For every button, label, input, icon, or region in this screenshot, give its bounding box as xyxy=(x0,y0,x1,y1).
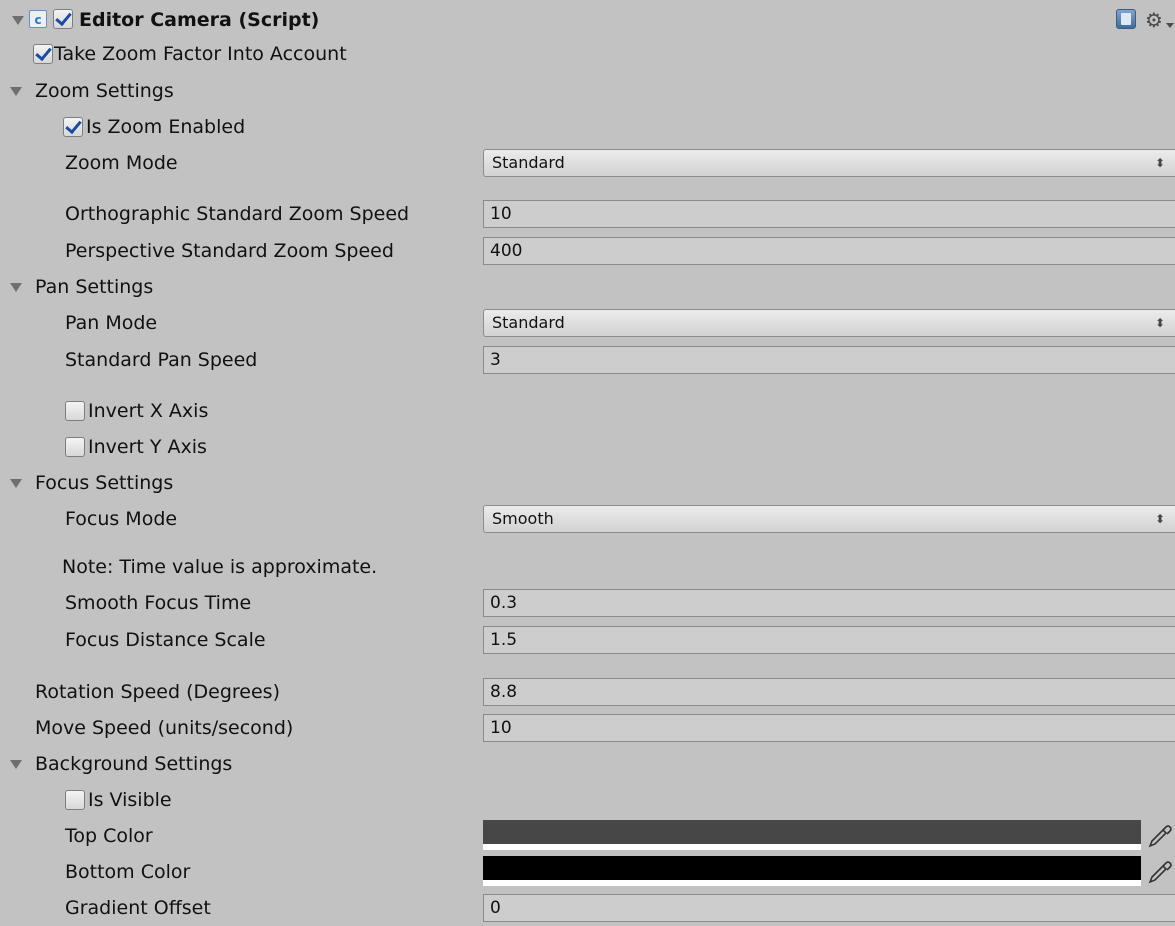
invert-x-checkbox[interactable] xyxy=(65,401,85,421)
is-visible-row: Is Visible xyxy=(0,782,1175,818)
zoom-settings-header: Zoom Settings xyxy=(35,80,174,102)
foldout-arrow-icon[interactable] xyxy=(10,760,22,769)
focus-distance-scale-row: Focus Distance Scale 1.5 xyxy=(0,622,1175,658)
top-color-field[interactable] xyxy=(483,820,1141,852)
dropdown-arrow-icon[interactable] xyxy=(1166,23,1174,28)
ortho-zoom-speed-label: Orthographic Standard Zoom Speed xyxy=(65,203,410,225)
bottom-color-label: Bottom Color xyxy=(65,861,191,883)
invert-y-checkbox[interactable] xyxy=(65,437,85,457)
persp-zoom-speed-field[interactable]: 400 xyxy=(483,237,1175,265)
pan-settings-header: Pan Settings xyxy=(35,276,154,298)
zoom-mode-label: Zoom Mode xyxy=(65,152,178,174)
top-color-swatch xyxy=(483,820,1141,844)
gradient-offset-field[interactable]: 0 xyxy=(483,894,1175,922)
is-visible-checkbox[interactable] xyxy=(65,790,85,810)
dropdown-arrows-icon: ⬍ xyxy=(1154,512,1165,526)
dropdown-arrows-icon: ⬍ xyxy=(1154,316,1165,330)
bottom-color-row: Bottom Color xyxy=(0,854,1175,890)
focus-settings-header: Focus Settings xyxy=(35,472,174,494)
component-title: Editor Camera (Script) xyxy=(79,9,320,31)
focus-settings-foldout[interactable]: Focus Settings xyxy=(0,465,1175,501)
ortho-zoom-speed-field[interactable]: 10 xyxy=(483,200,1175,228)
focus-distance-scale-field[interactable]: 1.5 xyxy=(483,626,1175,654)
dropdown-arrows-icon: ⬍ xyxy=(1154,156,1165,170)
zoom-settings-foldout[interactable]: Zoom Settings xyxy=(0,73,1175,109)
is-zoom-enabled-checkbox[interactable] xyxy=(63,117,83,137)
focus-note: Note: Time value is approximate. xyxy=(62,556,378,578)
take-zoom-factor-label: Take Zoom Factor Into Account xyxy=(54,43,347,65)
smooth-focus-time-label: Smooth Focus Time xyxy=(65,592,252,614)
rotation-speed-row: Rotation Speed (Degrees) 8.8 xyxy=(0,674,1175,710)
pan-speed-row: Standard Pan Speed 3 xyxy=(0,342,1175,378)
is-visible-label: Is Visible xyxy=(88,789,172,811)
component-header: c Editor Camera (Script) ⚙ xyxy=(0,2,1175,38)
take-zoom-factor-row: Take Zoom Factor Into Account xyxy=(0,36,1175,72)
zoom-mode-row: Zoom Mode Standard ⬍ xyxy=(0,145,1175,181)
foldout-arrow-icon[interactable] xyxy=(10,479,22,488)
rotation-speed-field[interactable]: 8.8 xyxy=(483,678,1175,706)
invert-x-label: Invert X Axis xyxy=(88,400,209,422)
invert-y-row: Invert Y Axis xyxy=(0,429,1175,465)
invert-x-row: Invert X Axis xyxy=(0,393,1175,429)
foldout-arrow-icon[interactable] xyxy=(10,283,22,292)
pan-speed-label: Standard Pan Speed xyxy=(65,349,258,371)
pan-mode-label: Pan Mode xyxy=(65,312,158,334)
svg-text:c: c xyxy=(34,13,41,27)
persp-zoom-speed-row: Perspective Standard Zoom Speed 400 xyxy=(0,233,1175,269)
pan-speed-field[interactable]: 3 xyxy=(483,346,1175,374)
pan-mode-value: Standard xyxy=(492,313,565,332)
focus-note-row: Note: Time value is approximate. xyxy=(0,549,1175,585)
pan-settings-foldout[interactable]: Pan Settings xyxy=(0,269,1175,305)
take-zoom-factor-checkbox[interactable] xyxy=(33,44,53,64)
eyedropper-icon[interactable] xyxy=(1146,858,1172,886)
eyedropper-icon[interactable] xyxy=(1146,822,1172,850)
ortho-zoom-speed-row: Orthographic Standard Zoom Speed 10 xyxy=(0,196,1175,232)
zoom-mode-dropdown[interactable]: Standard ⬍ xyxy=(483,149,1175,177)
component-enabled-checkbox[interactable] xyxy=(53,9,73,29)
foldout-arrow-icon[interactable] xyxy=(12,16,24,25)
invert-y-label: Invert Y Axis xyxy=(88,436,207,458)
top-color-label: Top Color xyxy=(65,825,153,847)
focus-mode-dropdown[interactable]: Smooth ⬍ xyxy=(483,505,1175,533)
background-settings-header: Background Settings xyxy=(35,753,233,775)
focus-mode-row: Focus Mode Smooth ⬍ xyxy=(0,501,1175,537)
is-zoom-enabled-row: Is Zoom Enabled xyxy=(0,109,1175,145)
bottom-color-swatch xyxy=(483,856,1141,880)
gear-icon[interactable]: ⚙ xyxy=(1145,2,1163,38)
smooth-focus-time-field[interactable]: 0.3 xyxy=(483,589,1175,617)
move-speed-row: Move Speed (units/second) 10 xyxy=(0,710,1175,746)
zoom-mode-value: Standard xyxy=(492,153,565,172)
pan-mode-dropdown[interactable]: Standard ⬍ xyxy=(483,309,1175,337)
foldout-arrow-icon[interactable] xyxy=(10,87,22,96)
move-speed-field[interactable]: 10 xyxy=(483,714,1175,742)
script-icon: c xyxy=(29,10,47,28)
top-color-alpha-bar xyxy=(483,844,1141,850)
focus-mode-value: Smooth xyxy=(492,509,554,528)
focus-distance-scale-label: Focus Distance Scale xyxy=(65,629,266,651)
bottom-color-alpha-bar xyxy=(483,880,1141,886)
rotation-speed-label: Rotation Speed (Degrees) xyxy=(35,681,280,703)
pan-mode-row: Pan Mode Standard ⬍ xyxy=(0,305,1175,341)
background-settings-foldout[interactable]: Background Settings xyxy=(0,746,1175,782)
persp-zoom-speed-label: Perspective Standard Zoom Speed xyxy=(65,240,394,262)
gradient-offset-row: Gradient Offset 0 xyxy=(0,890,1175,922)
bottom-color-field[interactable] xyxy=(483,856,1141,888)
help-book-icon[interactable] xyxy=(1116,9,1136,29)
move-speed-label: Move Speed (units/second) xyxy=(35,717,294,739)
is-zoom-enabled-label: Is Zoom Enabled xyxy=(86,116,246,138)
smooth-focus-time-row: Smooth Focus Time 0.3 xyxy=(0,585,1175,621)
top-color-row: Top Color xyxy=(0,818,1175,854)
focus-mode-label: Focus Mode xyxy=(65,508,178,530)
